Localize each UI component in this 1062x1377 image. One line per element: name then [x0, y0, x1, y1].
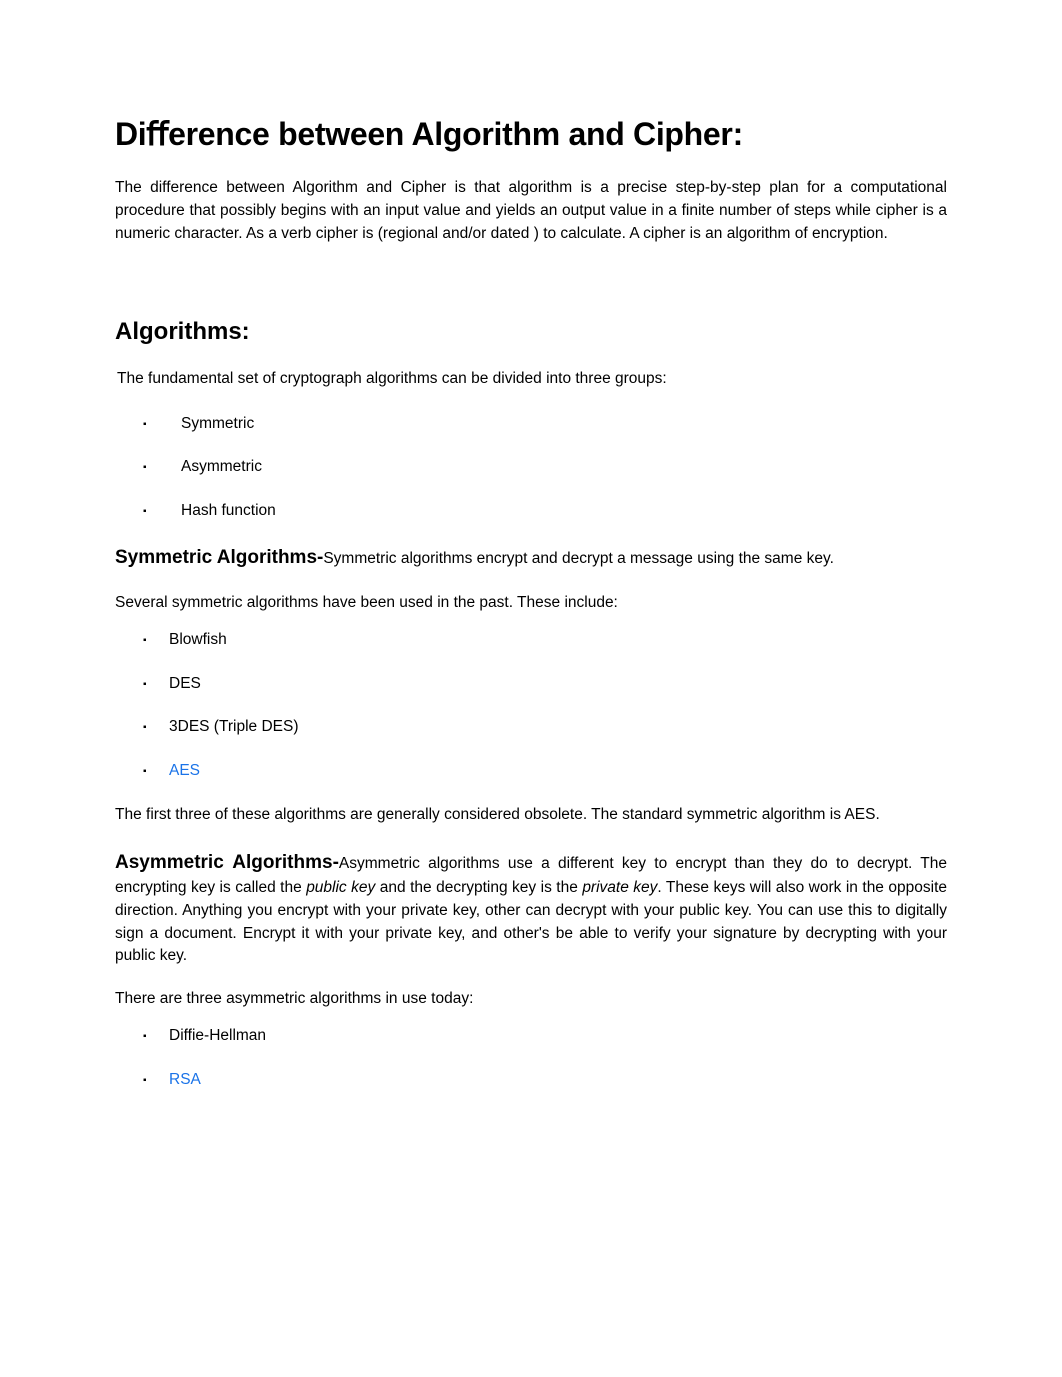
list-item: Blowfish	[115, 629, 947, 651]
page-title: Diﬀerence between Algorithm and Cipher:	[115, 115, 947, 153]
symmetric-list: Blowfish DES 3DES (Triple DES) AES	[115, 629, 947, 782]
asymmetric-desc-2: and the decrypting key is the	[375, 879, 582, 896]
algorithm-groups-list: Symmetric Asymmetric Hash function	[115, 413, 947, 522]
aes-link[interactable]: AES	[169, 762, 200, 779]
asymmetric-section: Asymmetric Algorithms-Asymmetric algorit…	[115, 849, 947, 969]
private-key-term: private key	[582, 879, 657, 896]
list-item: Diffie-Hellman	[115, 1025, 947, 1047]
algorithms-intro: The fundamental set of cryptograph algor…	[117, 368, 947, 391]
list-item: RSA	[115, 1069, 947, 1091]
symmetric-note: The first three of these algorithms are …	[115, 804, 947, 827]
list-item: DES	[115, 673, 947, 695]
list-item: Symmetric	[115, 413, 947, 435]
list-item: Asymmetric	[115, 456, 947, 478]
symmetric-section: Symmetric Algorithms-Symmetric algorithm…	[115, 544, 947, 572]
list-item: 3DES (Triple DES)	[115, 716, 947, 738]
rsa-link[interactable]: RSA	[169, 1071, 201, 1088]
symmetric-heading: Symmetric Algorithms-	[115, 547, 323, 568]
asymmetric-heading: Asymmetric Algorithms-	[115, 852, 339, 873]
list-item: Hash function	[115, 500, 947, 522]
list-item: AES	[115, 760, 947, 782]
asymmetric-list: Diffie-Hellman RSA	[115, 1025, 947, 1090]
algorithms-heading: Algorithms:	[115, 318, 947, 346]
intro-paragraph: The difference between Algorithm and Cip…	[115, 177, 947, 246]
symmetric-past-intro: Several symmetric algorithms have been u…	[115, 592, 947, 615]
public-key-term: public key	[306, 879, 375, 896]
symmetric-desc: Symmetric algorithms encrypt and decrypt…	[323, 550, 834, 567]
asymmetric-today-intro: There are three asymmetric algorithms in…	[115, 988, 947, 1011]
